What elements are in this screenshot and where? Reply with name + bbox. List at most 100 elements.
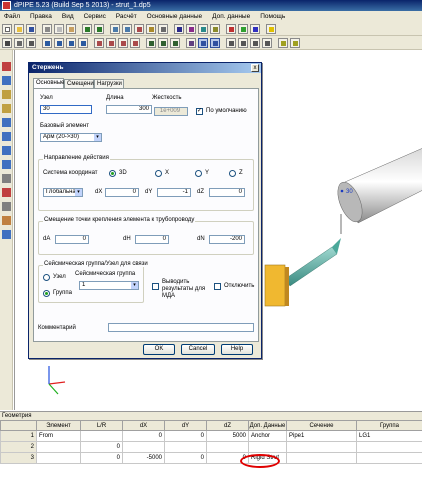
guide-icon[interactable] bbox=[2, 118, 11, 127]
row-index[interactable]: 1 bbox=[0, 430, 37, 442]
move-icon[interactable] bbox=[26, 38, 36, 48]
menu-calc[interactable]: Расчёт bbox=[112, 11, 141, 22]
section-icon[interactable] bbox=[78, 38, 88, 48]
tee-icon[interactable] bbox=[134, 24, 144, 34]
delete-icon[interactable] bbox=[2, 62, 11, 71]
menu-main-data[interactable]: Основные данные bbox=[143, 11, 207, 22]
valve-icon[interactable] bbox=[146, 24, 156, 34]
zoom-out-icon[interactable] bbox=[158, 38, 168, 48]
help-icon[interactable] bbox=[266, 24, 276, 34]
undo-icon[interactable] bbox=[82, 24, 92, 34]
copy-icon[interactable] bbox=[54, 24, 64, 34]
bend-icon[interactable] bbox=[122, 24, 132, 34]
cell-dz[interactable] bbox=[206, 441, 249, 453]
menu-service[interactable]: Сервис bbox=[80, 11, 110, 22]
output-mda-checkbox[interactable] bbox=[152, 283, 159, 290]
pan-icon[interactable] bbox=[14, 38, 24, 48]
results-icon[interactable] bbox=[238, 24, 248, 34]
report-icon[interactable] bbox=[250, 24, 260, 34]
select-icon[interactable] bbox=[2, 38, 12, 48]
disable-checkbox[interactable] bbox=[214, 283, 221, 290]
bend-element-icon[interactable] bbox=[94, 38, 104, 48]
cell-dx[interactable]: 0 bbox=[122, 430, 165, 442]
element-icon[interactable] bbox=[66, 38, 76, 48]
cell-lr[interactable] bbox=[80, 430, 123, 442]
close-icon[interactable]: x bbox=[251, 64, 259, 72]
cell-dy[interactable] bbox=[164, 441, 207, 453]
cell-element[interactable] bbox=[36, 441, 81, 453]
open-folder-icon[interactable] bbox=[14, 24, 24, 34]
cell-lr[interactable]: 0 bbox=[80, 441, 123, 453]
dy-field[interactable]: -1 bbox=[157, 188, 191, 197]
support-icon[interactable] bbox=[174, 24, 184, 34]
cell-section[interactable]: Pipe1 bbox=[286, 430, 357, 442]
rotate-icon[interactable] bbox=[186, 38, 196, 48]
stiffness-field[interactable]: 1e+009 bbox=[154, 107, 188, 116]
coord-y-radio[interactable] bbox=[195, 170, 202, 177]
node-field[interactable]: 30 bbox=[40, 105, 92, 114]
menu-help[interactable]: Помощь bbox=[256, 11, 289, 22]
labels-icon[interactable] bbox=[278, 38, 288, 48]
seismic-group-radio[interactable] bbox=[43, 290, 50, 297]
menu-edit[interactable]: Правка bbox=[26, 11, 56, 22]
dh-field[interactable]: 0 bbox=[135, 235, 169, 244]
cut-icon[interactable] bbox=[42, 24, 52, 34]
comment-field[interactable] bbox=[108, 323, 254, 332]
strut-rod[interactable] bbox=[284, 246, 338, 287]
restraint-icon[interactable] bbox=[106, 38, 116, 48]
paste-icon[interactable] bbox=[66, 24, 76, 34]
col-header-dz[interactable]: dZ bbox=[206, 420, 249, 431]
strut-icon[interactable] bbox=[210, 24, 220, 34]
dn-field[interactable]: -200 bbox=[209, 235, 245, 244]
table-row[interactable]: 2 0 bbox=[0, 441, 422, 453]
cell-group[interactable] bbox=[356, 441, 422, 453]
menu-extra-data[interactable]: Доп. данные bbox=[208, 11, 254, 22]
cell-dz[interactable]: 5000 bbox=[206, 430, 249, 442]
length-field[interactable]: 300 bbox=[106, 105, 152, 114]
cell-extra[interactable]: Rigid Strut bbox=[248, 452, 287, 464]
col-header-section[interactable]: Сечение bbox=[286, 420, 357, 431]
load-icon[interactable] bbox=[130, 38, 140, 48]
cell-section[interactable] bbox=[286, 452, 357, 464]
hanger-icon[interactable] bbox=[118, 38, 128, 48]
cell-group[interactable]: LG1 bbox=[356, 430, 422, 442]
seismic-group-select[interactable]: 1 ▾ bbox=[79, 281, 139, 290]
col-header-lr[interactable]: L/R bbox=[80, 420, 123, 431]
col-header-group[interactable]: Группа bbox=[356, 420, 422, 431]
cell-dx[interactable]: -5000 bbox=[122, 452, 165, 464]
cell-group[interactable] bbox=[356, 452, 422, 464]
spring-icon[interactable] bbox=[198, 24, 208, 34]
table-row[interactable]: 1 From 0 0 5000 Anchor Pipe1 LG1 bbox=[0, 430, 422, 442]
weld-icon[interactable] bbox=[2, 104, 11, 113]
view-front-icon[interactable] bbox=[250, 38, 260, 48]
cancel-button[interactable]: Cancel bbox=[181, 344, 215, 355]
coord-z-radio[interactable] bbox=[229, 170, 236, 177]
redo-icon[interactable] bbox=[94, 24, 104, 34]
line-icon[interactable] bbox=[42, 38, 52, 48]
cell-extra[interactable] bbox=[248, 441, 287, 453]
cell-dz[interactable]: 0 bbox=[206, 452, 249, 464]
dx-field[interactable]: 0 bbox=[105, 188, 139, 197]
cell-dy[interactable]: 0 bbox=[164, 430, 207, 442]
col-header-element[interactable]: Элемент bbox=[36, 420, 81, 431]
menu-view[interactable]: Вид bbox=[58, 11, 78, 22]
default-checkbox[interactable]: ✓ bbox=[196, 108, 203, 115]
wireframe-icon[interactable] bbox=[210, 38, 220, 48]
row-index[interactable]: 2 bbox=[0, 441, 37, 453]
seismic-node-radio[interactable] bbox=[43, 274, 50, 281]
flange-icon[interactable] bbox=[2, 90, 11, 99]
menu-file[interactable]: Файл bbox=[0, 11, 24, 22]
cell-extra[interactable]: Anchor bbox=[248, 430, 287, 442]
legend-icon[interactable] bbox=[290, 38, 300, 48]
snubber-icon[interactable] bbox=[2, 174, 11, 183]
pipe-icon[interactable] bbox=[110, 24, 120, 34]
col-header-extra[interactable]: Доп. Данные bbox=[248, 420, 287, 431]
col-header-dx[interactable]: dX bbox=[122, 420, 165, 431]
edit-icon[interactable] bbox=[2, 230, 11, 239]
cell-dy[interactable]: 0 bbox=[164, 452, 207, 464]
da-field[interactable]: 0 bbox=[55, 235, 89, 244]
zoom-in-icon[interactable] bbox=[146, 38, 156, 48]
calc-icon[interactable] bbox=[226, 24, 236, 34]
view-top-icon[interactable] bbox=[238, 38, 248, 48]
cell-element[interactable] bbox=[36, 452, 81, 464]
